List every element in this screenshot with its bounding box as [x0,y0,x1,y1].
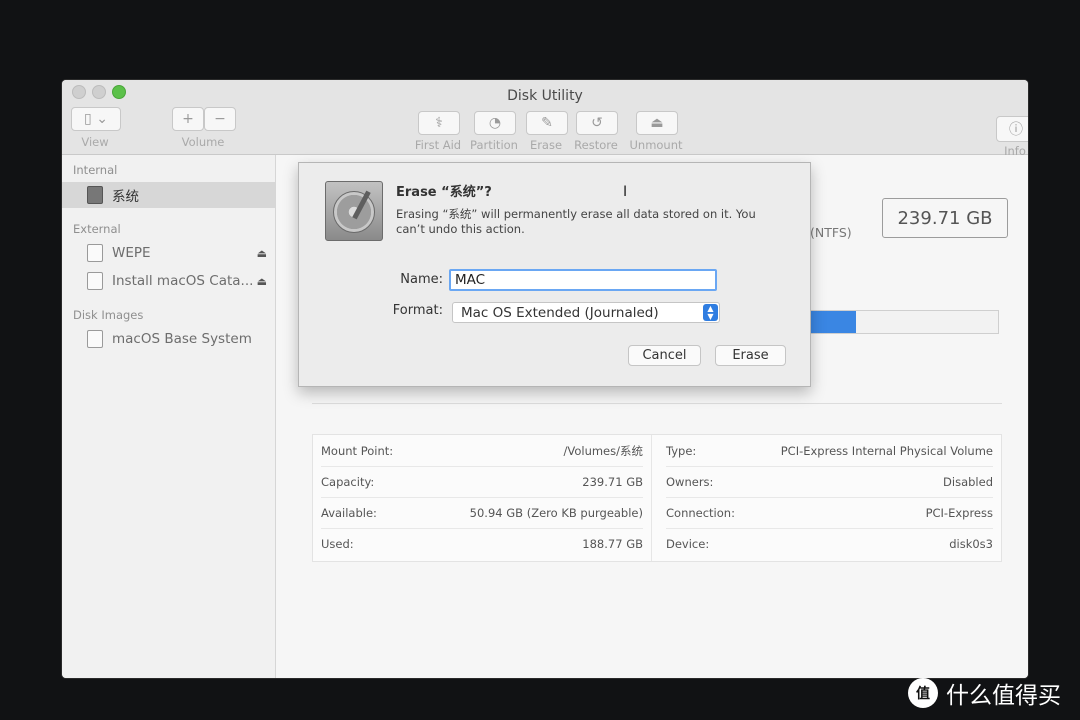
external-disk-icon [87,244,103,262]
info-value: 188.77 GB [582,536,643,551]
cancel-button[interactable]: Cancel [628,345,701,366]
sidebar-heading-disk-images: Disk Images [73,308,144,322]
watermark-logo: 值 [908,678,938,708]
site-watermark: 值 什么值得买 [908,676,1061,710]
volume-info-table: Mount Point: /Volumes/系统 Capacity: 239.7… [312,434,1002,562]
info-button[interactable]: ⓘ [996,116,1028,142]
sidebar-heading-external: External [73,222,121,236]
partition-button[interactable]: ◔ [474,111,516,135]
external-disk-icon [87,272,103,290]
info-label: Connection: [666,505,735,520]
pie-chart-icon: ◔ [488,115,502,131]
unmount-button[interactable]: ⏏ [636,111,678,135]
volume-label: Volume [181,135,225,149]
info-label: Available: [321,505,377,520]
sidebar-item-wepe[interactable]: WEPE ⏏ [62,240,275,266]
name-label: Name: [400,272,443,287]
info-value: /Volumes/系统 [563,443,643,458]
minus-icon: − [214,111,226,127]
unmount-label: Unmount [629,138,683,152]
info-value: Disabled [943,474,993,489]
usage-bar [807,310,999,334]
info-value: PCI-Express Internal Physical Volume [780,443,993,458]
name-field[interactable] [449,269,717,291]
dialog-message: Erasing “系统” will permanently erase all … [396,207,756,236]
info-row-type: Type: PCI-Express Internal Physical Volu… [666,435,993,467]
sidebar-item-macos-base-system[interactable]: macOS Base System [62,326,275,352]
info-label: Used: [321,536,354,551]
format-select[interactable]: Mac OS Extended (Journaled) ▲ ▼ [452,302,720,323]
partition-label: Partition [470,138,518,152]
view-label: View [81,135,109,149]
sidebar-heading-internal: Internal [73,163,118,177]
erase-button[interactable]: ✎ [526,111,568,135]
info-label: Device: [666,536,710,551]
eject-icon[interactable]: ⏏ [257,247,267,260]
sidebar-toggle-icon: ▯ ⌄ [84,111,108,127]
erase-icon: ✎ [541,115,553,131]
sidebar-item-label: 系统 [112,189,139,205]
first-aid-button[interactable]: ⚕ [418,111,460,135]
format-value: Mac OS Extended (Journaled) [461,304,659,321]
info-row-connection: Connection: PCI-Express [666,497,993,529]
sidebar-item-label: Install macOS Cata... [112,273,254,289]
sidebar-item-label: macOS Base System [112,331,252,347]
stethoscope-icon: ⚕ [435,115,443,131]
info-row-device: Device: disk0s3 [666,528,993,559]
info-row-owners: Owners: Disabled [666,466,993,498]
info-label: Capacity: [321,474,375,489]
info-label: Owners: [666,474,714,489]
erase-confirm-button[interactable]: Erase [715,345,786,366]
volume-capacity-badge: 239.71 GB [882,198,1008,238]
dialog-title: Erase “系统”? [396,185,492,200]
info-row-capacity: Capacity: 239.71 GB [321,466,643,498]
unmount-icon: ⏏ [650,115,664,131]
plus-icon: + [182,111,194,127]
content-divider [312,403,1002,404]
info-row-used: Used: 188.77 GB [321,528,643,559]
erase-dialog: Erase “系统”? Erasing “系统” will permanentl… [298,162,811,387]
eject-icon[interactable]: ⏏ [257,275,267,288]
info-value: disk0s3 [949,536,993,551]
info-value: PCI-Express [925,505,993,520]
restore-button[interactable]: ↺ [576,111,618,135]
info-row-available: Available: 50.94 GB (Zero KB purgeable) [321,497,643,529]
remove-volume-button[interactable]: − [204,107,236,131]
info-value: 50.94 GB (Zero KB purgeable) [469,505,643,520]
sidebar-item-system[interactable]: 系统 [62,182,275,208]
info-label: Mount Point: [321,443,394,458]
internal-disk-icon [87,186,103,204]
disk-image-icon [87,330,103,348]
hard-drive-icon [325,181,383,241]
window-title: Disk Utility [507,88,583,104]
info-label: Type: [666,443,697,458]
add-volume-button[interactable]: + [172,107,204,131]
info-column-left: Mount Point: /Volumes/系统 Capacity: 239.7… [313,435,652,561]
usage-bar-fill [808,311,856,333]
filesystem-label: (NTFS) [810,225,852,240]
restore-label: Restore [574,138,618,152]
sidebar: Internal 系统 External WEPE ⏏ Install macO… [62,155,276,678]
view-button[interactable]: ▯ ⌄ [71,107,121,131]
sidebar-item-install-macos[interactable]: Install macOS Cata... ⏏ [62,268,275,294]
restore-icon: ↺ [591,115,603,131]
info-value: 239.71 GB [582,474,643,489]
toolbar: Disk Utility ▯ ⌄ View + − Volume ⚕ First… [62,80,1028,158]
first-aid-label: First Aid [414,138,462,152]
info-icon: ⓘ [1009,122,1023,138]
info-column-right: Type: PCI-Express Internal Physical Volu… [658,435,1001,561]
format-label: Format: [392,303,443,318]
text-cursor-icon: I [623,184,628,200]
sidebar-item-label: WEPE [112,245,151,261]
chevron-up-down-icon: ▲ ▼ [703,304,718,321]
info-row-mount-point: Mount Point: /Volumes/系统 [321,435,643,467]
watermark-text: 什么值得买 [946,683,1061,709]
